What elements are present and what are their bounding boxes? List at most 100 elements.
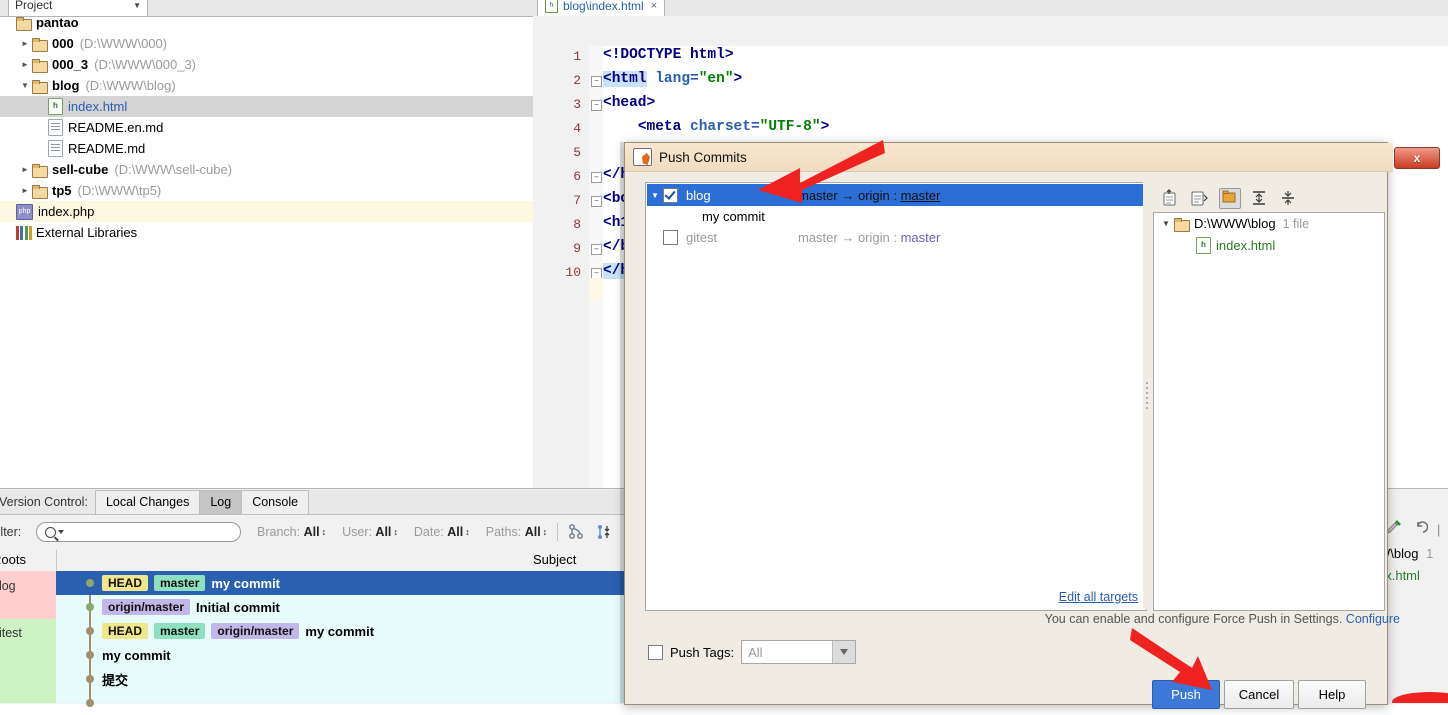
file-tree-row[interactable]: h index.html [1180, 237, 1275, 254]
file-tree-row[interactable]: ▼ D:\WWW\blog 1 file [1158, 216, 1310, 232]
tree-item-tp5[interactable]: ► tp5 (D:\WWW\tp5) [0, 180, 533, 201]
help-button[interactable]: Help [1298, 680, 1366, 709]
fold-marker[interactable]: − [591, 76, 602, 87]
folder-icon [16, 16, 32, 31]
folder-icon [32, 79, 48, 94]
editor-breadcrumb-bar [533, 16, 1448, 47]
tree-item-blog[interactable]: ▼ blog (D:\WWW\blog) [0, 75, 533, 96]
ref-label-origin: origin/master [102, 599, 191, 615]
tree-item-label: sell-cube [52, 162, 109, 177]
commit-subject: 提交 [102, 672, 129, 688]
filter-paths[interactable]: Paths: All ↕ [486, 525, 547, 539]
tree-item-readme-en-md[interactable]: README.en.md [0, 117, 533, 138]
collapse-graph-icon[interactable] [596, 524, 612, 540]
filter-date[interactable]: Date: All ↕ [414, 525, 470, 539]
html-file-icon: h [48, 98, 63, 115]
force-push-note: You can enable and configure Force Push … [1044, 612, 1400, 626]
tab-log[interactable]: Log [199, 490, 243, 514]
push-repo-row-blog[interactable]: ▼ blog master → origin : master [647, 184, 1143, 206]
tree-item-index-php[interactable]: php index.php [0, 201, 533, 222]
fold-marker[interactable]: − [591, 100, 602, 111]
editor-tab-blog-index-html[interactable]: h blog\index.html × [537, 0, 666, 16]
group-by-directory-icon[interactable] [1219, 187, 1241, 209]
chevron-right-icon[interactable]: ► [18, 165, 32, 174]
repo-checkbox[interactable] [663, 229, 678, 245]
tree-item-label: 000_3 [52, 57, 89, 72]
root-label: blog [0, 579, 16, 593]
file-icon [48, 119, 63, 136]
filter-user[interactable]: User: All ↕ [342, 525, 398, 539]
chevron-right-icon[interactable]: ► [18, 186, 32, 195]
ref-label-origin: origin/master [211, 623, 300, 639]
search-input[interactable] [36, 522, 241, 542]
edit-source-icon[interactable] [1386, 519, 1403, 539]
push-tags-select[interactable]: All [741, 640, 857, 664]
project-tree: pantao ► 000 (D:\WWW\000) ► 000_3 (D:\WWW\000_… [0, 12, 533, 243]
commit-message: my commit [702, 208, 765, 224]
commit-message-row[interactable]: my commit [647, 205, 1143, 227]
splitter-handle[interactable] [1146, 382, 1149, 412]
expand-all-icon[interactable] [1161, 188, 1181, 208]
chevron-down-icon[interactable] [832, 641, 856, 663]
fold-marker[interactable]: – [591, 244, 602, 255]
commit-node [86, 603, 94, 611]
chevron-down-icon[interactable]: ▼ [133, 1, 141, 10]
tree-item-label: pantao [36, 15, 79, 30]
commit-subject: my commit [211, 575, 281, 591]
push-target[interactable]: master [901, 230, 941, 245]
push-repo-row-gitest[interactable]: gitest master → origin : master [647, 226, 1143, 248]
chevron-down-icon[interactable] [58, 530, 64, 534]
repo-checkbox[interactable] [663, 187, 678, 203]
commit-node [86, 627, 94, 635]
show-branches-icon[interactable] [568, 524, 584, 540]
push-button[interactable]: Push [1152, 680, 1220, 709]
tree-item-sell-cube[interactable]: ► sell-cube (D:\WWW\sell-cube) [0, 159, 533, 180]
commit-subject: Initial commit [196, 599, 280, 615]
tree-item-readme-md[interactable]: README.md [0, 138, 533, 159]
dialog-splitter[interactable] [1143, 182, 1153, 609]
tab-local-changes[interactable]: Local Changes [94, 490, 201, 514]
ref-label-head: HEAD [102, 575, 149, 591]
push-tags-checkbox[interactable] [648, 644, 663, 660]
file-count: 1 file [1282, 216, 1310, 231]
push-target[interactable]: master [901, 188, 941, 203]
collapse-all-icon[interactable] [1190, 189, 1210, 208]
collapse-tree-icon[interactable] [1279, 189, 1299, 208]
tab-console[interactable]: Console [241, 490, 310, 514]
cancel-button[interactable]: Cancel [1224, 680, 1294, 709]
revert-icon[interactable] [1412, 520, 1429, 539]
code-line: <html lang="en"> [603, 71, 743, 87]
editor-fold-column: − − – − – – [589, 46, 604, 488]
tree-item-external-libraries[interactable]: External Libraries [0, 222, 533, 243]
chevron-right-icon[interactable]: ► [18, 60, 32, 69]
column-divider [56, 550, 57, 570]
log-roots-column: blog gitest [0, 571, 56, 703]
close-icon[interactable]: × [651, 0, 657, 12]
chevron-down-icon[interactable]: ▼ [18, 81, 32, 90]
expand-tree-icon[interactable] [1250, 189, 1270, 208]
fold-marker[interactable]: − [591, 196, 602, 207]
commit-node [86, 675, 94, 683]
line-number: 10 [565, 265, 581, 280]
close-button[interactable]: x [1394, 147, 1440, 169]
version-control-label: Version Control: [0, 495, 88, 509]
line-number: 5 [573, 145, 581, 160]
fold-marker[interactable]: – [591, 172, 602, 183]
code-line: <meta charset="UTF-8"> [637, 119, 830, 135]
ref-label-head: HEAD [102, 623, 149, 639]
edit-all-targets-link[interactable]: Edit all targets [1059, 590, 1138, 604]
configure-link[interactable]: Configure [1346, 612, 1400, 626]
line-number: 9 [573, 241, 581, 256]
tree-item-000[interactable]: ► 000 (D:\WWW\000) [0, 33, 533, 54]
tree-item-label: index.html [68, 99, 128, 114]
chevron-right-icon[interactable]: ► [18, 39, 32, 48]
tree-item-000-3[interactable]: ► 000_3 (D:\WWW\000_3) [0, 54, 533, 75]
tree-item-index-html[interactable]: h index.html [0, 96, 533, 117]
filter-branch[interactable]: Branch: All ↕ [257, 525, 326, 539]
column-subject-label: Subject [533, 552, 577, 567]
chevron-down-icon[interactable]: ▼ [647, 191, 663, 200]
tree-item-pantao[interactable]: pantao [0, 12, 533, 33]
chevron-down-icon[interactable]: ▼ [1158, 219, 1174, 228]
html-file-icon: h [545, 0, 558, 13]
repo-name: blog [686, 187, 711, 203]
